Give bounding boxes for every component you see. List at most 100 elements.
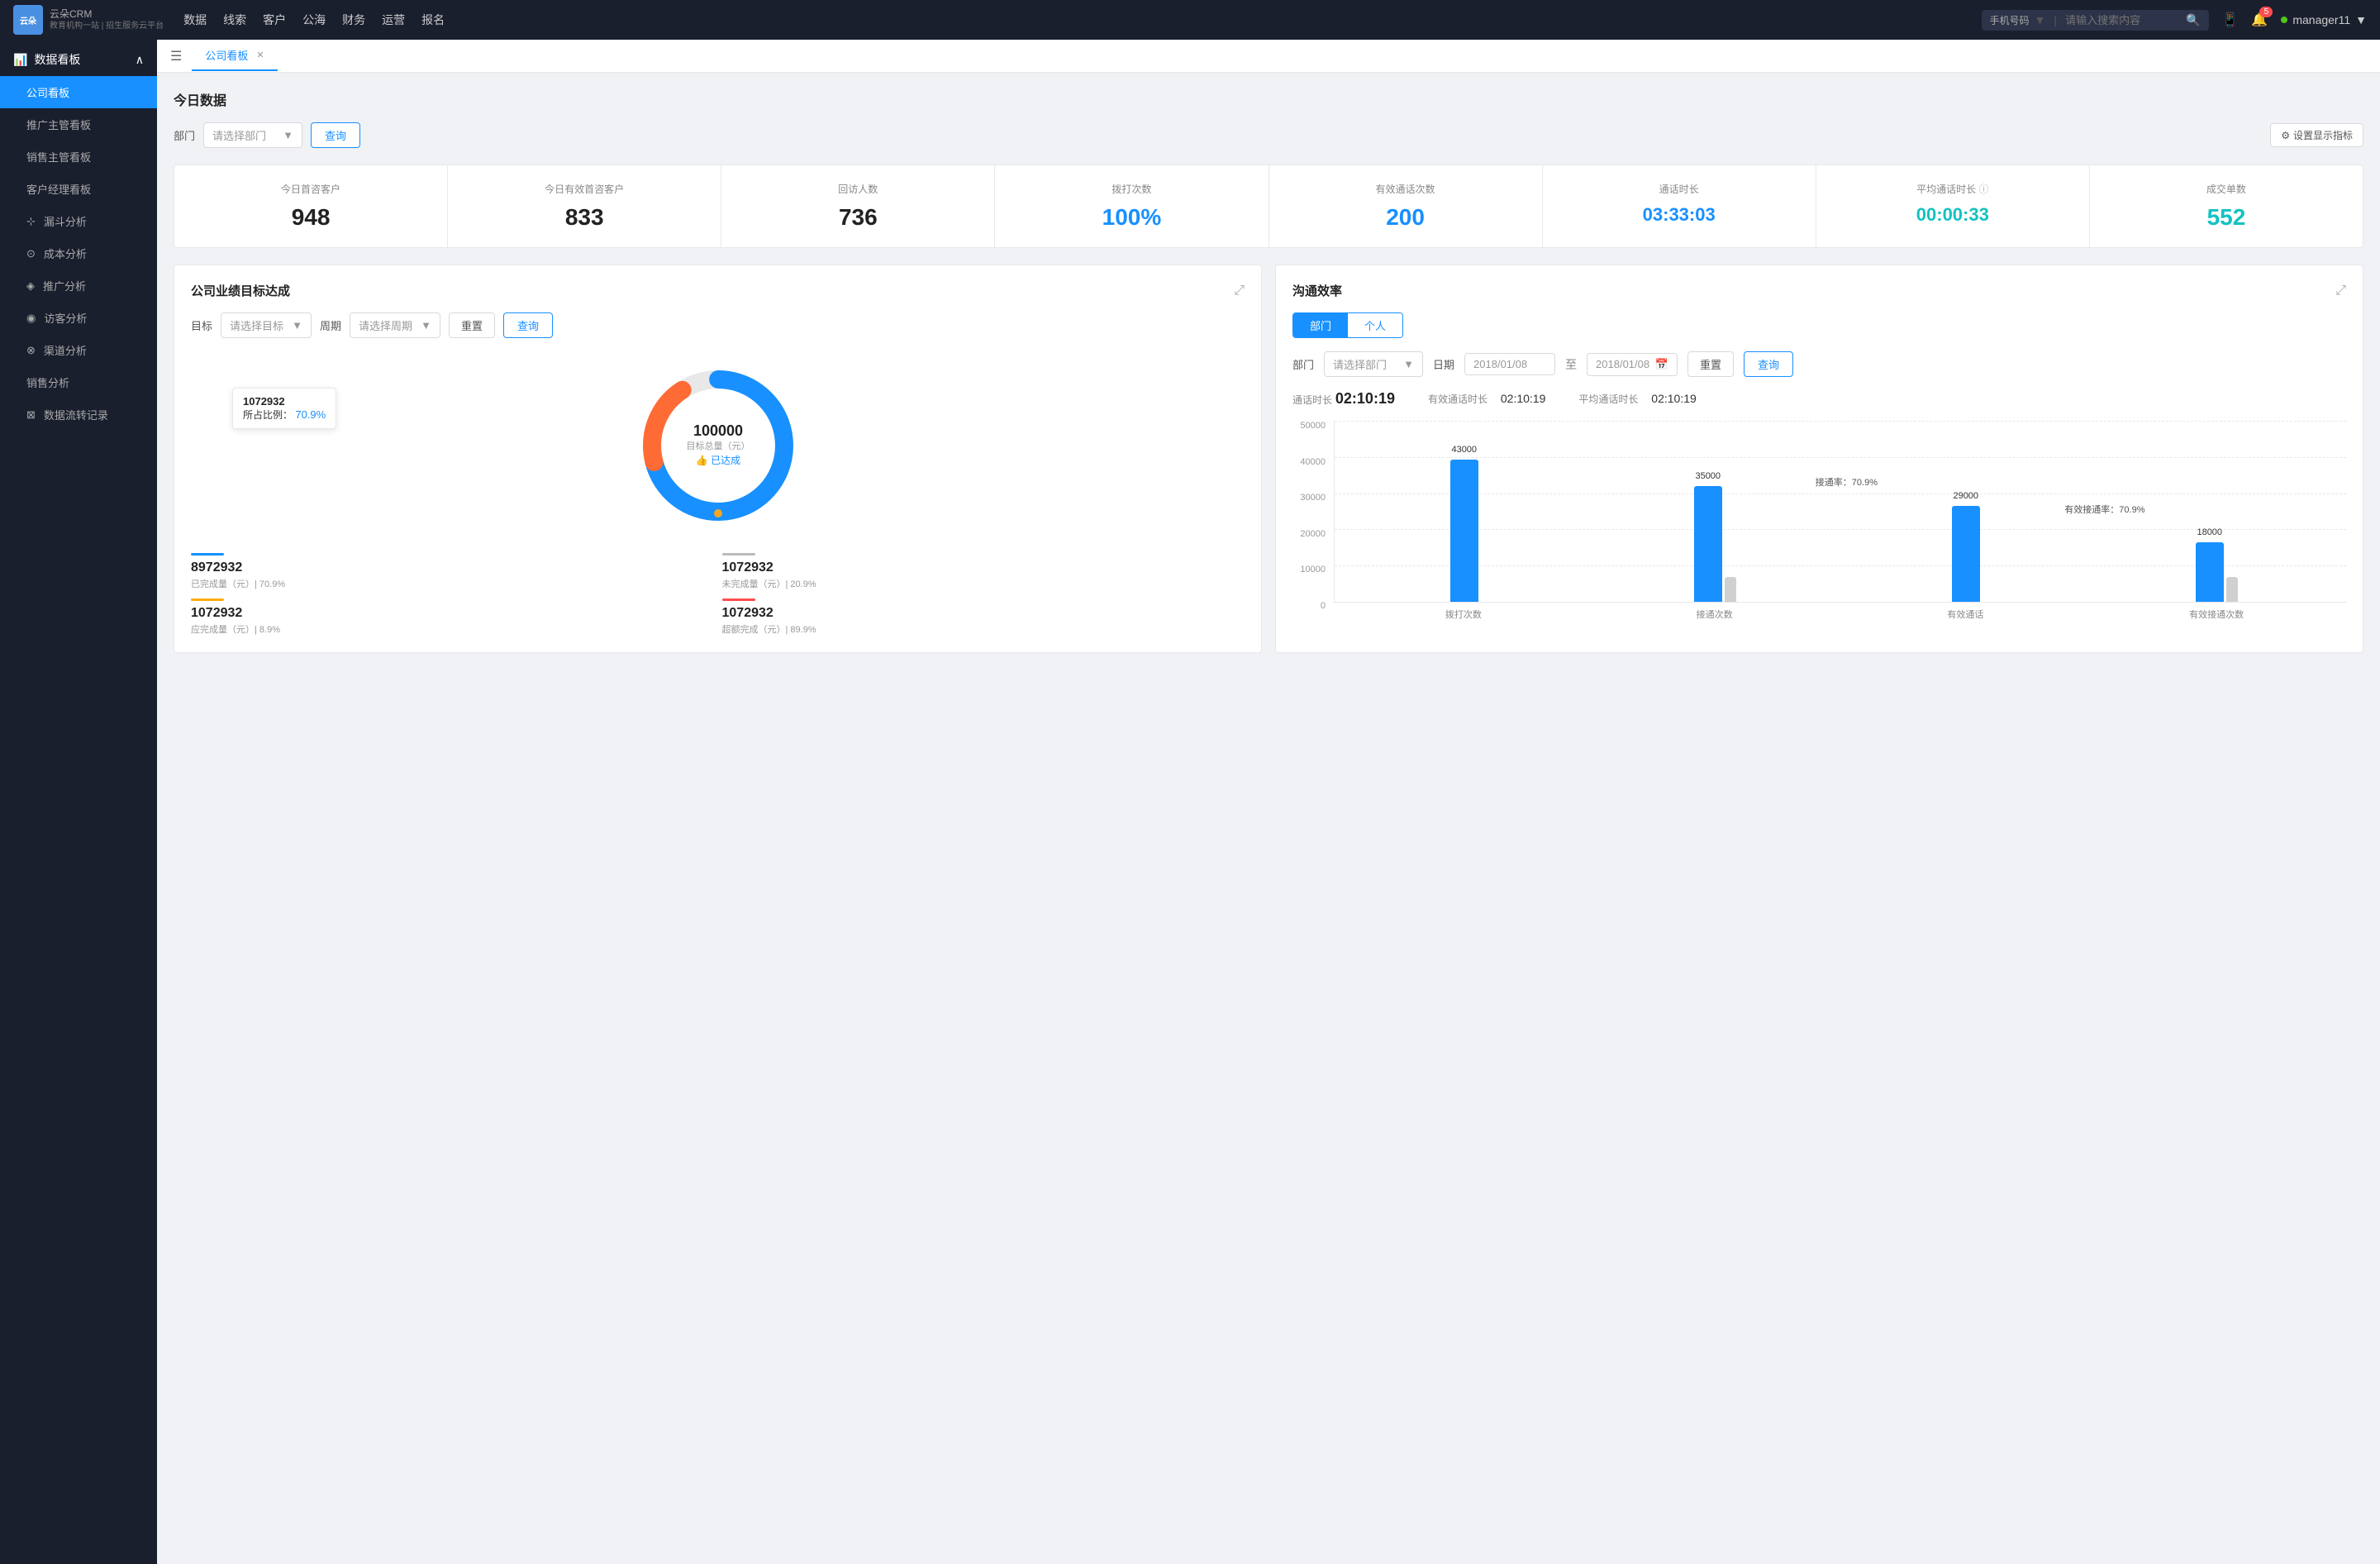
y-label-20000: 20000 (1300, 529, 1326, 539)
today-query-button[interactable]: 查询 (311, 122, 360, 148)
notification-badge: 5 (2259, 7, 2273, 17)
stat-value-0: 948 (188, 204, 434, 231)
today-data-title: 今日数据 (174, 89, 2363, 109)
bar-dial-label: 43000 (1451, 445, 1477, 455)
goal-select[interactable]: 请选择目标 ▼ (221, 312, 312, 338)
eff-stat-label-1: 有效通话时长 (1428, 393, 1488, 405)
setting-display-button[interactable]: ⚙ 设置显示指标 (2270, 123, 2363, 147)
sidebar: 📊 数据看板 ∧ 公司看板 推广主管看板 销售主管看板 客户经理看板 ⊹ 漏斗分… (0, 40, 157, 1564)
search-icon[interactable]: 🔍 (2186, 13, 2200, 27)
visitor-icon: ◉ (26, 312, 36, 325)
goal-reset-button[interactable]: 重置 (449, 312, 495, 338)
eff-query-button[interactable]: 查询 (1744, 351, 1793, 377)
goal-query-button[interactable]: 查询 (503, 312, 553, 338)
dept-select-text: 请选择部门 (212, 127, 266, 143)
x-label-connected: 接通次数 (1602, 608, 1828, 621)
sidebar-item-data-flow[interactable]: ⊠ 数据流转记录 (0, 398, 157, 431)
should-desc: 应完成量（元）| 8.9% (191, 622, 714, 636)
sidebar-item-sales-analysis[interactable]: 销售分析 (0, 366, 157, 398)
stat-effective-consult: 今日有效首咨客户 833 (448, 165, 721, 247)
eff-date-to[interactable]: 2018/01/08 📅 (1587, 353, 1678, 376)
goal-stat-incomplete: 1072932 未完成量（元）| 20.9% (722, 553, 1245, 590)
bar-effective-label: 29000 (1953, 491, 1978, 501)
stat-value-4: 200 (1283, 204, 1529, 231)
user-info[interactable]: manager11 ▼ (2281, 13, 2367, 26)
goal-expand-icon[interactable]: ⤢ (1234, 284, 1245, 298)
eff-tab-dept[interactable]: 部门 (1293, 313, 1348, 337)
channel-icon: ⊗ (26, 344, 36, 357)
eff-stat-effective-duration: 有效通话时长 02:10:19 (1428, 392, 1545, 406)
nav-leads[interactable]: 线索 (223, 8, 246, 31)
donut-chart-container: 1072932 所占比例： 70.9% (191, 355, 1245, 536)
eff-dept-arrow: ▼ (1403, 358, 1414, 370)
donut-svg: 100000 目标总量（元） 👍 已达成 (619, 355, 817, 536)
eff-date-from[interactable]: 2018/01/08 (1464, 353, 1555, 375)
sidebar-item-company-board[interactable]: 公司看板 (0, 76, 157, 108)
search-input[interactable] (2065, 14, 2181, 26)
sidebar-section-dashboard: 📊 数据看板 ∧ 公司看板 推广主管看板 销售主管看板 客户经理看板 ⊹ 漏斗分… (0, 40, 157, 431)
sidebar-collapse-icon[interactable]: ∧ (136, 53, 144, 67)
search-type-select[interactable]: 手机号码 (1990, 13, 2030, 27)
nav-signup[interactable]: 报名 (421, 8, 445, 31)
tooltip-pct: 70.9% (295, 408, 326, 421)
stat-first-consult: 今日首咨客户 948 (174, 165, 448, 247)
eff-dept-select[interactable]: 请选择部门 ▼ (1324, 351, 1423, 377)
dashboard-icon: 📊 (13, 53, 27, 67)
stats-row: 今日首咨客户 948 今日有效首咨客户 833 回访人数 736 拨打次数 10… (174, 165, 2363, 248)
sidebar-item-visitor[interactable]: ◉ 访客分析 (0, 302, 157, 334)
sidebar-item-channel[interactable]: ⊗ 渠道分析 (0, 334, 157, 366)
dept-label: 部门 (174, 127, 195, 143)
nav-customers[interactable]: 客户 (263, 8, 286, 31)
search-box: 手机号码 ▼ | 🔍 (1982, 10, 2209, 31)
dept-select[interactable]: 请选择部门 ▼ (203, 122, 302, 148)
filter-left: 部门 请选择部门 ▼ 查询 (174, 122, 360, 148)
sidebar-item-promotion-board[interactable]: 推广主管看板 (0, 108, 157, 141)
y-label-50000: 50000 (1300, 421, 1326, 431)
status-dot (2281, 17, 2287, 23)
user-dropdown-icon[interactable]: ▼ (2355, 13, 2367, 26)
should-value: 1072932 (191, 606, 714, 621)
cost-icon: ⊙ (26, 247, 36, 260)
stat-label-4: 有效通话次数 (1283, 182, 1529, 196)
y-label-40000: 40000 (1300, 457, 1326, 467)
eff-tab-personal[interactable]: 个人 (1348, 313, 1402, 337)
funnel-icon: ⊹ (26, 215, 36, 228)
data-flow-icon: ⊠ (26, 408, 36, 422)
menu-toggle-icon[interactable]: ☰ (170, 48, 182, 64)
stat-value-7: 552 (2103, 204, 2349, 231)
nav-public[interactable]: 公海 (302, 8, 326, 31)
tab-company-board[interactable]: 公司看板 ✕ (192, 41, 277, 71)
notification-icon[interactable]: 🔔 5 (2251, 12, 2268, 28)
period-select[interactable]: 请选择周期 ▼ (350, 312, 440, 338)
eff-expand-icon[interactable]: ⤢ (2335, 284, 2346, 298)
nav-data[interactable]: 数据 (183, 8, 207, 31)
stat-label-6: 平均通话时长 ⓘ (1830, 182, 2076, 196)
stat-value-6: 00:00:33 (1830, 204, 2076, 226)
top-navigation: 云朵 云朵CRM 教育机构一站 | 招生服务云平台 数据 线索 客户 公海 财务… (0, 0, 2380, 40)
nav-items: 数据 线索 客户 公海 财务 运营 报名 (183, 8, 1961, 31)
grid-line-5 (1335, 421, 2346, 422)
sidebar-item-promotion[interactable]: ◈ 推广分析 (0, 269, 157, 302)
period-select-arrow: ▼ (421, 319, 431, 331)
setting-icon: ⚙ (2281, 130, 2290, 141)
stat-call-duration: 通话时长 03:33:03 (1543, 165, 1816, 247)
eff-reset-button[interactable]: 重置 (1687, 351, 1734, 377)
eff-panel-header: 沟通效率 ⤢ (1292, 282, 2346, 299)
nav-finance[interactable]: 财务 (342, 8, 365, 31)
sidebar-item-customer-board[interactable]: 客户经理看板 (0, 173, 157, 205)
bar-connected-gray (1725, 577, 1736, 602)
svg-text:👍 已达成: 👍 已达成 (695, 455, 740, 466)
layout: 📊 数据看板 ∧ 公司看板 推广主管看板 销售主管看板 客户经理看板 ⊹ 漏斗分… (0, 40, 2380, 1564)
tab-close-icon[interactable]: ✕ (256, 50, 264, 60)
stat-label-0: 今日首咨客户 (188, 182, 434, 196)
mobile-icon[interactable]: 📱 (2222, 12, 2239, 28)
sidebar-item-funnel[interactable]: ⊹ 漏斗分析 (0, 205, 157, 237)
stat-revisit: 回访人数 736 (721, 165, 995, 247)
eff-panel-title: 沟通效率 (1292, 282, 1342, 299)
sidebar-header: 📊 数据看板 ∧ (0, 40, 157, 76)
nav-ops[interactable]: 运营 (382, 8, 405, 31)
sidebar-item-sales-board[interactable]: 销售主管看板 (0, 141, 157, 173)
sidebar-item-cost[interactable]: ⊙ 成本分析 (0, 237, 157, 269)
goal-panel-title: 公司业绩目标达成 (191, 282, 290, 299)
chart-area: 43000 接通率：70.9% 35000 (1334, 421, 2346, 603)
